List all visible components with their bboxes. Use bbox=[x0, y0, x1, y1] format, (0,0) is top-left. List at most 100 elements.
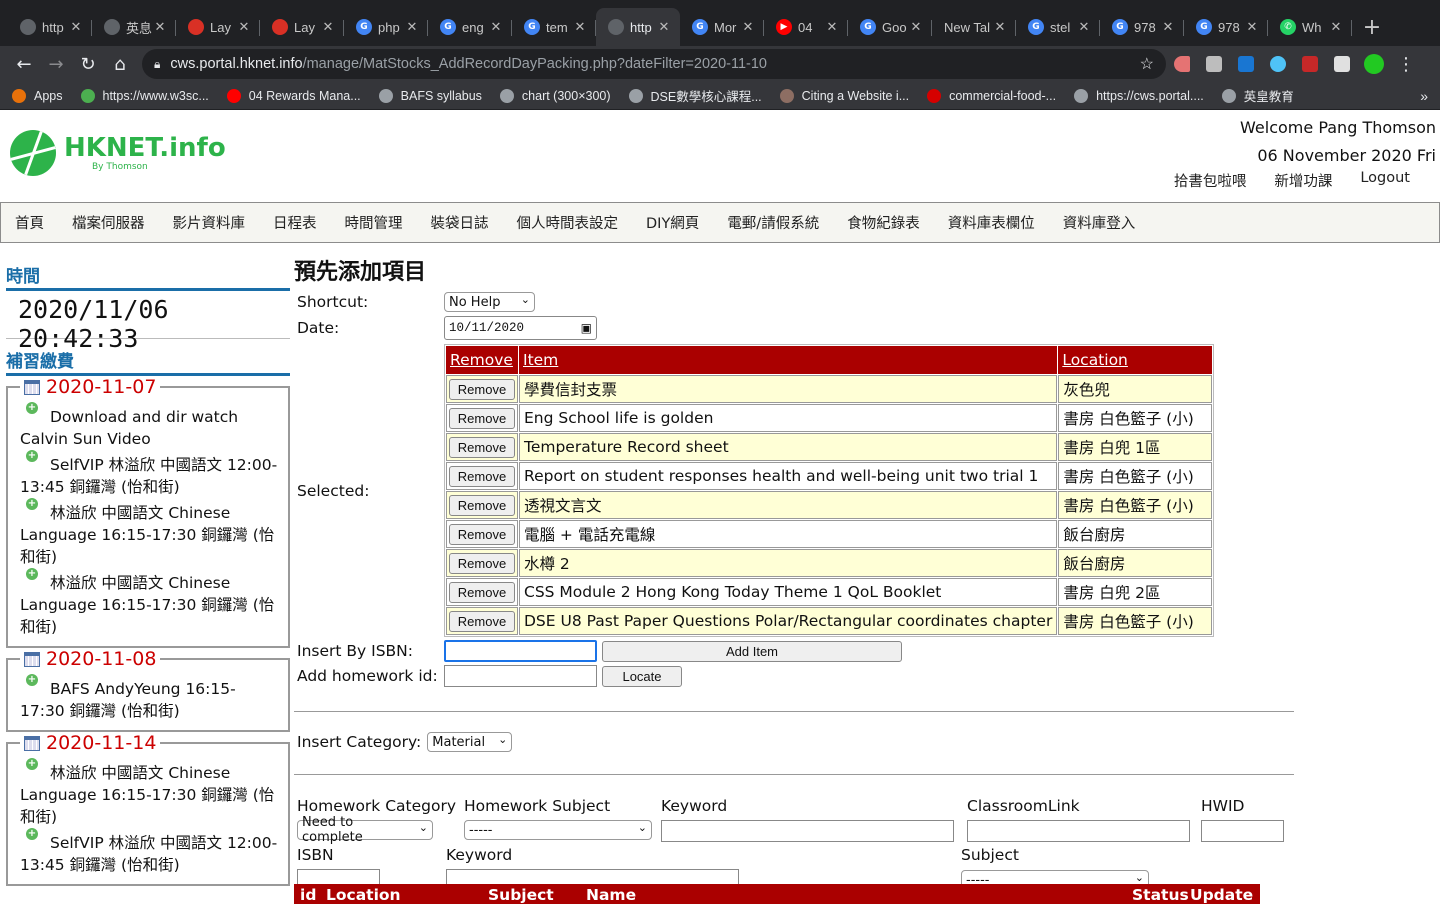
remove-button[interactable]: Remove bbox=[449, 436, 515, 458]
remove-button[interactable]: Remove bbox=[449, 407, 515, 429]
bookmarks-overflow-icon[interactable]: » bbox=[1420, 88, 1428, 104]
bookmark-item[interactable]: https://cws.portal.... bbox=[1074, 88, 1204, 103]
extension-red-icon[interactable] bbox=[1166, 49, 1198, 79]
nav-item[interactable]: DIY網頁 bbox=[646, 212, 699, 233]
menu-kebab-icon[interactable]: ⋮ bbox=[1390, 49, 1422, 79]
bookmark-item[interactable]: Citing a Website i... bbox=[779, 88, 909, 103]
pdf-extension-icon[interactable] bbox=[1294, 49, 1326, 79]
remove-button[interactable]: Remove bbox=[449, 465, 515, 487]
tab-close-icon[interactable]: ✕ bbox=[1160, 20, 1176, 35]
locate-button[interactable]: Locate bbox=[602, 665, 682, 687]
remove-button[interactable]: Remove bbox=[449, 581, 515, 603]
nav-item[interactable]: 食物紀錄表 bbox=[847, 212, 920, 233]
shortcut-select[interactable]: No Help bbox=[444, 292, 535, 312]
results-col-name[interactable]: Name bbox=[586, 886, 636, 904]
tab-close-icon[interactable]: ✕ bbox=[1328, 20, 1344, 35]
profile-avatar-icon[interactable] bbox=[1358, 49, 1390, 79]
bookmark-item[interactable]: DSE數學核心課程... bbox=[628, 86, 762, 105]
add-event-icon[interactable]: + bbox=[26, 402, 38, 414]
link-add-homework[interactable]: 新增功課 bbox=[1274, 170, 1332, 191]
nav-item[interactable]: 時間管理 bbox=[345, 212, 403, 233]
homework-id-input[interactable] bbox=[444, 665, 597, 687]
download-icon[interactable] bbox=[1198, 49, 1230, 79]
browser-tab[interactable]: 英息 ✕ bbox=[92, 8, 176, 46]
nav-item[interactable]: 資料庫登入 bbox=[1063, 212, 1136, 233]
results-col-update[interactable]: Update bbox=[1190, 886, 1253, 904]
browser-tab[interactable]: Geng ✕ bbox=[428, 8, 512, 46]
tab-close-icon[interactable]: ✕ bbox=[824, 20, 840, 35]
tab-close-icon[interactable]: ✕ bbox=[1244, 20, 1260, 35]
nav-item[interactable]: 檔案伺服器 bbox=[72, 212, 145, 233]
results-col-location[interactable]: Location bbox=[326, 886, 401, 904]
calendar-picker-icon[interactable]: ▣ bbox=[581, 321, 592, 336]
nav-item[interactable]: 日程表 bbox=[273, 212, 317, 233]
site-logo[interactable]: HKNET.info By Thomson bbox=[10, 130, 226, 176]
nav-item[interactable]: 資料庫表欄位 bbox=[948, 212, 1035, 233]
browser-tab[interactable]: G 978 ✕ bbox=[1184, 8, 1268, 46]
tab-close-icon[interactable]: ✕ bbox=[152, 20, 168, 35]
bookmark-item[interactable]: chart (300×300) bbox=[499, 88, 611, 103]
new-tab-icon[interactable]: + bbox=[1352, 8, 1392, 46]
bookmark-item[interactable]: 04 Rewards Mana... bbox=[226, 88, 361, 103]
remove-button[interactable]: Remove bbox=[449, 378, 515, 400]
extensions-puzzle-icon[interactable] bbox=[1326, 49, 1358, 79]
bookmark-item[interactable]: https://www.w3sc... bbox=[80, 88, 209, 103]
zip-extension-icon[interactable] bbox=[1230, 49, 1262, 79]
browser-tab[interactable]: http ✕ bbox=[596, 8, 680, 46]
remove-button[interactable]: Remove bbox=[449, 523, 515, 545]
lock-icon[interactable]: 🔒︎ bbox=[154, 57, 160, 72]
bookmark-item[interactable]: Apps bbox=[12, 88, 63, 103]
tab-close-icon[interactable]: ✕ bbox=[908, 20, 924, 35]
remove-button[interactable]: Remove bbox=[449, 610, 515, 632]
back-icon[interactable]: ← bbox=[8, 49, 40, 79]
infinity-extension-icon[interactable] bbox=[1262, 49, 1294, 79]
keyword-input[interactable] bbox=[661, 820, 954, 842]
add-event-icon[interactable]: + bbox=[26, 758, 38, 770]
nav-item[interactable]: 影片資料庫 bbox=[173, 212, 246, 233]
browser-tab[interactable]: G Goo ✕ bbox=[848, 8, 932, 46]
isbn-input[interactable] bbox=[444, 640, 597, 662]
remove-button[interactable]: Remove bbox=[449, 552, 515, 574]
browser-tab[interactable]: ▶ 04 ✕ bbox=[764, 8, 848, 46]
results-col-status[interactable]: Status bbox=[1132, 886, 1189, 904]
classroom-input[interactable] bbox=[967, 820, 1190, 842]
forward-icon[interactable]: → bbox=[40, 49, 72, 79]
add-event-icon[interactable]: + bbox=[26, 498, 38, 510]
nav-item[interactable]: 首頁 bbox=[15, 212, 44, 233]
col-item[interactable]: Item bbox=[519, 346, 1058, 374]
add-event-icon[interactable]: + bbox=[26, 828, 38, 840]
browser-tab[interactable]: Gphp ✕ bbox=[344, 8, 428, 46]
tab-close-icon[interactable]: ✕ bbox=[320, 20, 336, 35]
nav-item[interactable]: 裝袋日誌 bbox=[431, 212, 489, 233]
bookmark-item[interactable]: 英皇教育 bbox=[1221, 86, 1294, 105]
browser-tab[interactable]: http ✕ bbox=[8, 8, 92, 46]
date-input[interactable]: 10/11/2020 ▣ bbox=[444, 316, 597, 340]
col-remove[interactable]: Remove bbox=[446, 346, 518, 374]
add-event-icon[interactable]: + bbox=[26, 674, 38, 686]
tab-close-icon[interactable]: ✕ bbox=[236, 20, 252, 35]
bookmark-item[interactable]: commercial-food-... bbox=[927, 88, 1056, 103]
bookmark-item[interactable]: BAFS syllabus bbox=[378, 88, 482, 103]
tab-close-icon[interactable]: ✕ bbox=[404, 20, 420, 35]
browser-tab[interactable]: ✆ Wh ✕ bbox=[1268, 8, 1352, 46]
home-icon[interactable]: ⌂ bbox=[104, 49, 136, 79]
add-event-icon[interactable]: + bbox=[26, 450, 38, 462]
add-event-icon[interactable]: + bbox=[26, 568, 38, 580]
tab-close-icon[interactable]: ✕ bbox=[740, 20, 756, 35]
tab-close-icon[interactable]: ✕ bbox=[488, 20, 504, 35]
col-location[interactable]: Location bbox=[1058, 346, 1212, 374]
tab-close-icon[interactable]: ✕ bbox=[1076, 20, 1092, 35]
nav-item[interactable]: 個人時間表設定 bbox=[517, 212, 619, 233]
browser-tab[interactable]: New Tal ✕ bbox=[932, 8, 1016, 46]
browser-tab[interactable]: G 978 ✕ bbox=[1100, 8, 1184, 46]
results-col-subject[interactable]: Subject bbox=[488, 886, 554, 904]
hw-category-select[interactable]: Need to complete bbox=[297, 815, 433, 845]
link-pack-bag[interactable]: 拾書包啦喂 bbox=[1174, 170, 1247, 191]
tab-close-icon[interactable]: ✕ bbox=[992, 20, 1008, 35]
hw-subject-select[interactable]: ----- bbox=[464, 820, 652, 840]
nav-item[interactable]: 電郵/請假系統 bbox=[727, 212, 819, 233]
tab-close-icon[interactable]: ✕ bbox=[68, 20, 84, 35]
tab-close-icon[interactable]: ✕ bbox=[656, 20, 672, 35]
bookmark-star-icon[interactable]: ☆ bbox=[1140, 54, 1154, 74]
link-logout[interactable]: Logout bbox=[1360, 170, 1410, 191]
